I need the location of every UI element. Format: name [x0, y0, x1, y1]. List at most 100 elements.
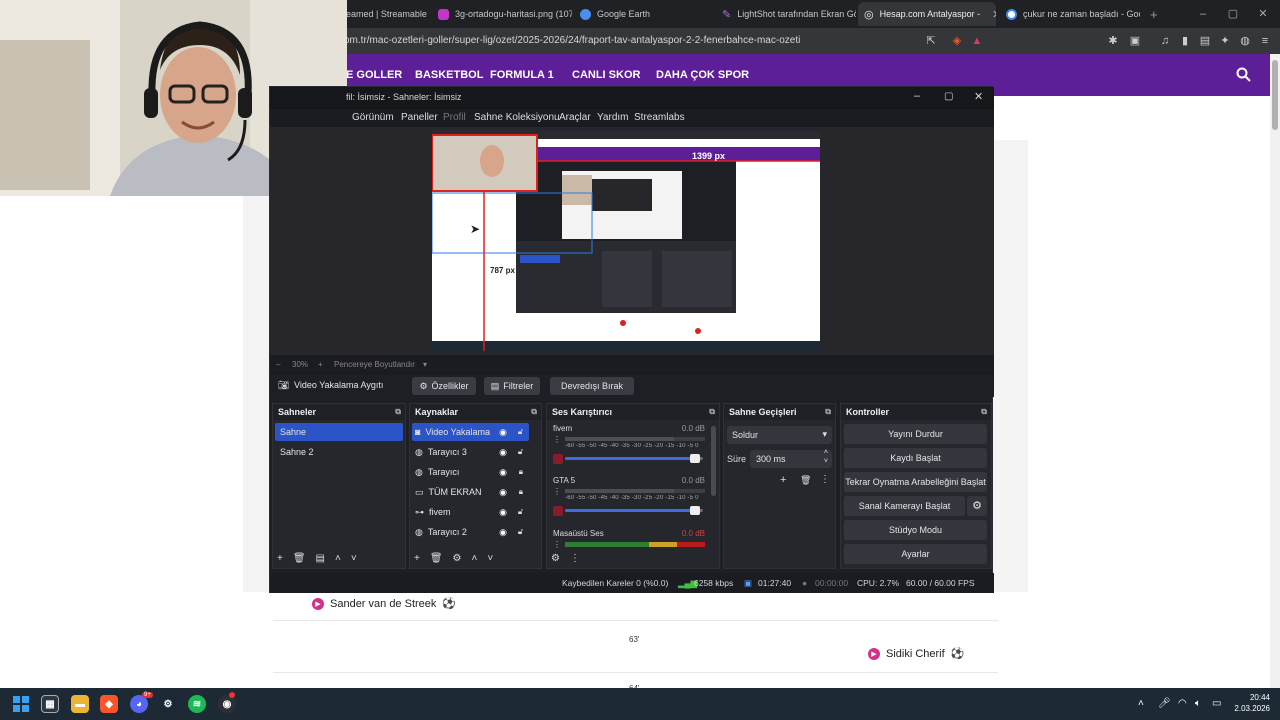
volume-slider[interactable] [565, 506, 703, 515]
menu-view[interactable]: Görünüm [352, 112, 394, 123]
zoom-out-icon[interactable]: – [276, 360, 280, 369]
chevron-down-icon[interactable]: ▾ [423, 360, 427, 369]
brave-shield-icon[interactable]: ◈ [950, 34, 964, 48]
properties-button[interactable]: ⚙ Özellikler [412, 377, 476, 395]
mute-icon[interactable] [553, 454, 563, 464]
spotify-icon[interactable]: ≋ [188, 695, 206, 713]
player-name[interactable]: Sidiki Cherif [886, 648, 945, 660]
chevron-up-icon[interactable]: ˄ [335, 553, 341, 564]
replay-buffer-button[interactable]: Tekrar Oynatma Arabelleğini Başlat [844, 472, 987, 492]
leo-ai-icon[interactable]: ✦ [1218, 34, 1232, 48]
brave-rewards-icon[interactable]: ▲ [970, 34, 984, 48]
play-icon[interactable]: ▶ [312, 597, 324, 610]
zoom-in-icon[interactable]: + [318, 360, 323, 369]
close-window-icon[interactable]: ✕ [1256, 7, 1270, 21]
popout-icon[interactable]: ⧉ [981, 407, 987, 417]
obs-window[interactable]: fil: İsimsiz - Sahneler: İsimsiz – ▢ ✕ G… [269, 86, 994, 593]
source-item[interactable]: ◍ Tarayıcı ◉ 🔒︎ [412, 463, 529, 481]
nav-basketball[interactable]: BASKETBOL [415, 69, 483, 81]
kebab-menu-icon[interactable]: ⋮ [820, 474, 830, 485]
eye-icon[interactable]: ◉ [499, 487, 507, 498]
duration-input[interactable]: 300 ms ˄ ˅ [750, 449, 832, 468]
volume-slider[interactable] [565, 454, 703, 463]
steam-icon[interactable]: ⚙ [159, 695, 177, 713]
play-icon[interactable]: ▶ [868, 647, 880, 660]
gear-icon[interactable]: ⚙ [967, 496, 987, 516]
popout-icon[interactable]: ⧉ [825, 407, 831, 417]
browser-tab[interactable]: eamed | Streamable [340, 4, 428, 24]
wallet-icon[interactable]: ▤ [1198, 34, 1212, 48]
screenshot-icon[interactable]: ▣ [1128, 34, 1142, 48]
gear-icon[interactable]: ⚙ [551, 553, 560, 564]
eye-icon[interactable]: ◉ [499, 527, 507, 538]
player-name[interactable]: Sander van de Streek [330, 598, 436, 610]
transition-select[interactable]: Soldur ▾ [727, 426, 832, 444]
nav-formula1[interactable]: FORMULA 1 [490, 69, 554, 81]
stop-streaming-button[interactable]: Yayını Durdur [844, 424, 987, 444]
lock-icon[interactable]: 🔒︎ [519, 467, 523, 477]
eye-icon[interactable]: ◉ [499, 427, 507, 438]
mute-icon[interactable] [553, 506, 563, 516]
start-recording-button[interactable]: Kaydı Başlat [844, 448, 987, 468]
menu-docks[interactable]: Paneller [401, 112, 438, 123]
add-icon[interactable]: + [414, 553, 420, 564]
chevron-up-icon[interactable]: ˄ [824, 449, 828, 456]
sidebar-icon[interactable]: ▮ [1178, 34, 1192, 48]
popout-icon[interactable]: ⧉ [709, 407, 715, 417]
task-view-icon[interactable]: ▦ [41, 695, 59, 713]
source-item[interactable]: ▭ TÜM EKRAN ◉ 🔒︎ [412, 483, 529, 501]
filters-button[interactable]: ▤ Filtreler [484, 377, 540, 395]
menu-icon[interactable]: ≡ [1258, 34, 1272, 48]
trash-icon[interactable]: 🗑︎ [800, 475, 811, 486]
nav-goals[interactable]: E GOLLER [346, 69, 402, 81]
popout-icon[interactable]: ⧉ [531, 407, 537, 417]
scene-item[interactable]: Sahne [275, 423, 403, 441]
menu-streamlabs[interactable]: Streamlabs [634, 112, 685, 123]
nav-live-score[interactable]: CANLI SKOR [572, 69, 640, 81]
studio-mode-button[interactable]: Stüdyo Modu [844, 520, 987, 540]
microphone-icon[interactable]: 🎤︎ [1158, 698, 1171, 709]
minimize-icon[interactable]: – [914, 90, 920, 102]
wifi-icon[interactable]: ◠ [1178, 698, 1187, 709]
browser-tab[interactable]: Google Earth [574, 4, 714, 24]
file-explorer-icon[interactable]: ▬ [71, 695, 89, 713]
lock-icon[interactable]: 🔓︎ [518, 427, 523, 437]
page-scrollbar[interactable] [1270, 54, 1280, 688]
preview-canvas-image[interactable] [432, 131, 820, 351]
chevron-up-icon[interactable]: ˄ [472, 553, 478, 564]
maximize-icon[interactable]: ▢ [944, 91, 953, 102]
kebab-menu-icon[interactable]: ⋮ [553, 540, 561, 549]
lock-icon[interactable]: 🔒︎ [519, 487, 523, 497]
trash-icon[interactable]: 🗑︎ [293, 553, 306, 564]
source-item[interactable]: ◍ Tarayıcı 3 ◉ 🔓︎ [412, 443, 529, 461]
obs-preview[interactable]: 1399 px 787 px ➤ [270, 127, 994, 355]
lock-icon[interactable]: 🔓︎ [518, 507, 523, 517]
menu-profile[interactable]: Profil [443, 112, 466, 123]
filter-icon[interactable]: ▤ [316, 553, 325, 564]
eye-icon[interactable]: ◉ [499, 507, 507, 518]
menu-tools[interactable]: Araçlar [559, 112, 591, 123]
virtual-camera-button[interactable]: Sanal Kamerayı Başlat [844, 496, 965, 516]
source-item[interactable]: ◍ Tarayıcı 2 ◉ 🔓︎ [412, 523, 529, 541]
system-clock[interactable]: 20:44 2.03.2026 [1234, 692, 1270, 714]
url-text[interactable]: om.tr/mac-ozetleri-goller/super-lig/ozet… [344, 35, 800, 46]
zoom-mode[interactable]: Pencereye Boyutlandır [334, 360, 415, 369]
search-icon[interactable] [1236, 67, 1251, 82]
trash-icon[interactable]: 🗑︎ [430, 553, 443, 564]
kebab-menu-icon[interactable]: ⋮ [570, 553, 580, 564]
volume-knob[interactable] [690, 454, 701, 463]
kebab-menu-icon[interactable]: ⋮ [553, 435, 561, 444]
browser-tab[interactable]: ✎ LightShot tarafından Ekran Gö [716, 4, 856, 24]
gear-icon[interactable]: ⚙ [453, 553, 462, 564]
volume-icon[interactable]: 🔈︎ [1195, 698, 1201, 709]
chevron-up-icon[interactable]: ˄ [1138, 698, 1144, 709]
browser-tab[interactable]: çukur ne zaman başladı - Goo [1000, 4, 1140, 24]
browser-tab-active[interactable]: ◎ Hesap.com Antalyaspor - ✕ [858, 2, 996, 26]
battery-icon[interactable]: ▭ [1212, 698, 1221, 709]
minimize-icon[interactable]: – [1196, 7, 1210, 21]
share-icon[interactable]: ⇱ [924, 34, 938, 48]
settings-button[interactable]: Ayarlar [844, 544, 987, 564]
vpn-icon[interactable]: ◍ [1238, 34, 1252, 48]
volume-knob[interactable] [690, 506, 701, 515]
chevron-down-icon[interactable]: ˅ [487, 553, 493, 564]
